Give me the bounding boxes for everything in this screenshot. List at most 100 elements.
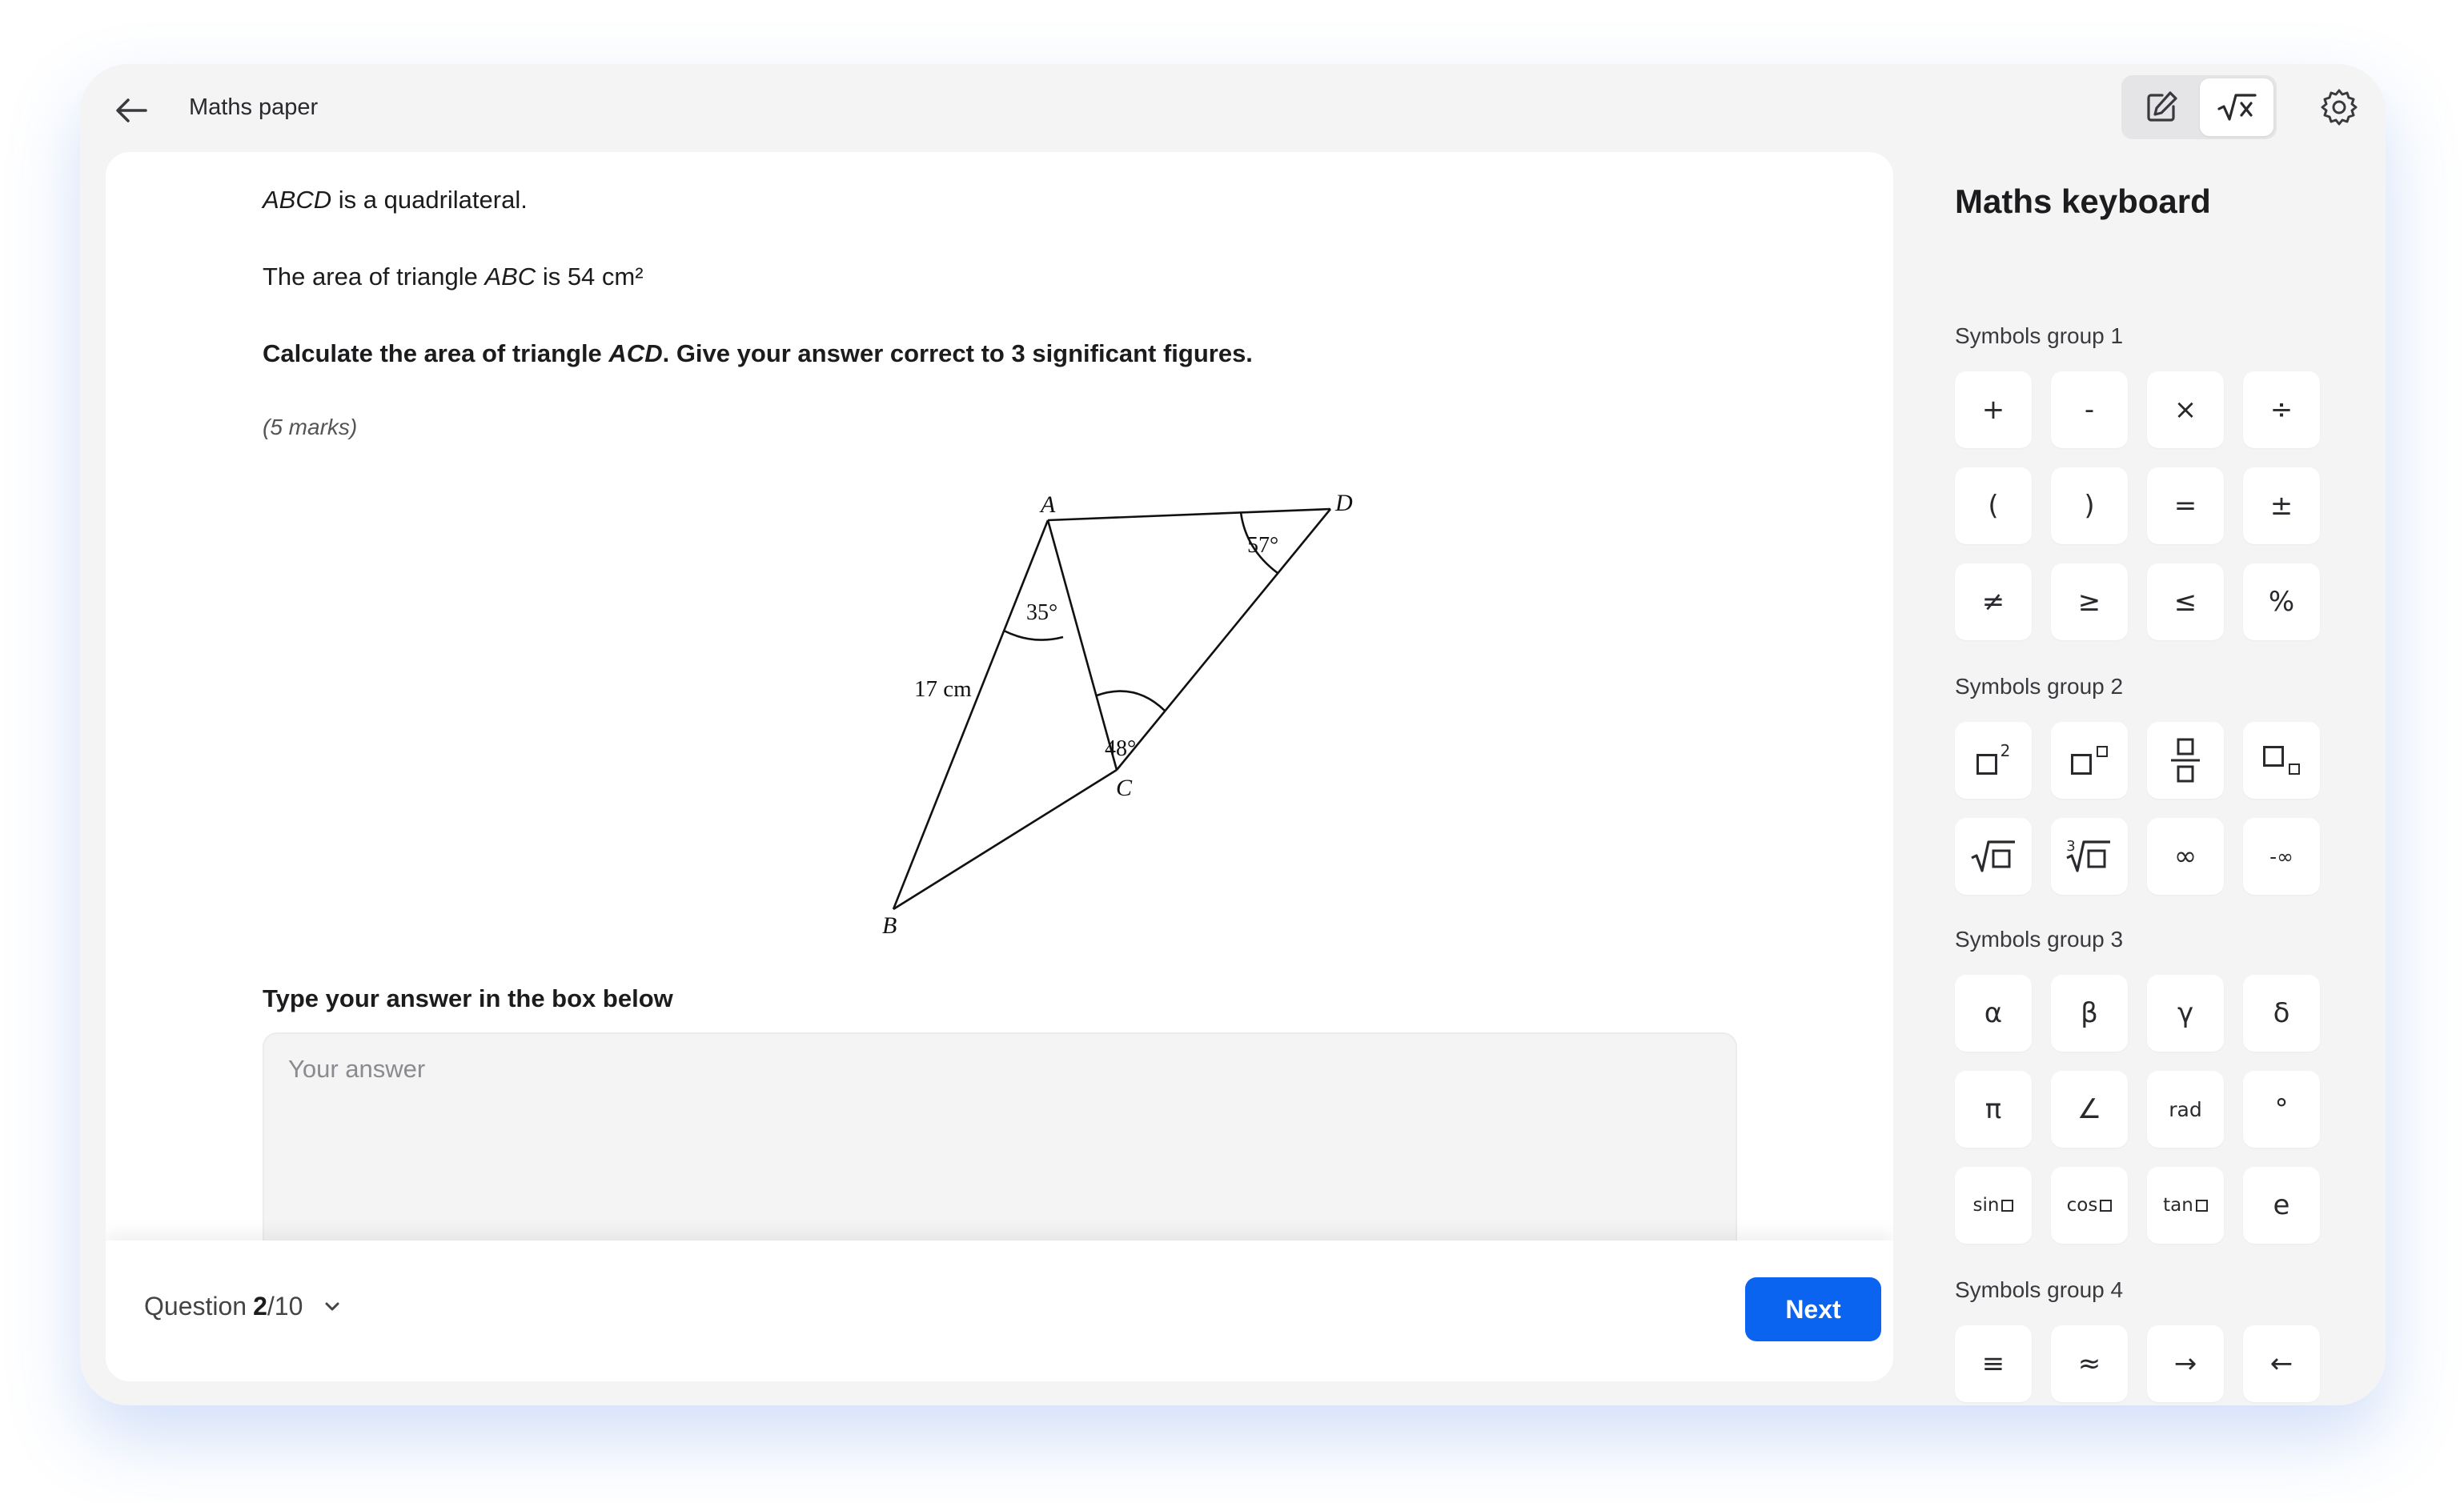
question-card: ABCD is a quadrilateral. The area of tri… (106, 152, 1893, 1381)
divide-key[interactable]: ÷ (2243, 371, 2320, 448)
percent-key[interactable]: % (2243, 563, 2320, 640)
marks-label: (5 marks) (263, 415, 358, 439)
app-window: Maths paper ABCD is a quadrilateral. The… (80, 64, 2386, 1405)
side-ab (892, 519, 1049, 910)
left-arrow-key[interactable]: ← (2243, 1325, 2320, 1402)
pi-key[interactable]: π (1955, 1071, 2032, 1148)
tangent-key[interactable]: tan (2147, 1167, 2224, 1244)
delta-key[interactable]: δ (2243, 975, 2320, 1052)
back-arrow-icon (116, 98, 147, 122)
question-statement: ABCD is a quadrilateral. (263, 186, 528, 214)
top-bar: Maths paper (80, 64, 2386, 152)
alpha-key[interactable]: α (1955, 975, 2032, 1052)
radians-key[interactable]: rad (2147, 1071, 2224, 1148)
question-selector[interactable]: Question 2/10 (144, 1292, 344, 1321)
given-area: The area of triangle ABC is 54 cm² (263, 263, 644, 291)
power-key[interactable] (2051, 722, 2128, 799)
right-arrow-key[interactable]: → (2147, 1325, 2224, 1402)
beta-key[interactable]: β (2051, 975, 2128, 1052)
statement-text: is a quadrilateral. (331, 186, 528, 214)
handwriting-mode-button[interactable] (2125, 78, 2198, 136)
square-root-icon (1971, 840, 2015, 872)
side-bc (893, 768, 1118, 911)
vertex-b-label: B (882, 912, 897, 936)
angle-arc-acd (1096, 690, 1166, 711)
square-exponent: 2 (2000, 741, 2011, 760)
pen-edit-icon (2147, 91, 2177, 122)
given-area-text: The area of triangle (263, 263, 485, 291)
degree-key[interactable]: ° (2243, 1071, 2320, 1148)
symbols-group-4-label: Symbols group 4 (1955, 1277, 2124, 1302)
open-bracket-key[interactable]: ( (1955, 467, 2032, 544)
quadrilateral-diagram: A B C D 17 cm 35° 48° 57° (882, 490, 1353, 936)
base-box-icon (2071, 754, 2092, 775)
vertex-a-label: A (1039, 491, 1056, 518)
placeholder-box-icon (1976, 754, 1997, 775)
less-equal-key[interactable]: ≤ (2147, 563, 2224, 640)
keyboard-title: Maths keyboard (1955, 182, 2211, 220)
question-prefix: Question (144, 1292, 247, 1321)
plus-key[interactable]: + (1955, 371, 2032, 448)
argument-box-icon (2001, 1199, 2014, 1212)
sine-label: sin (1972, 1195, 2000, 1216)
vertex-d-label: D (1334, 490, 1353, 516)
diagonal-ac (1046, 519, 1118, 771)
symbols-group-3: α β γ δ π ∠ rad ° sin cos tan e (1955, 975, 2320, 1244)
maths-keyboard-mode-button[interactable] (2200, 78, 2273, 136)
angle-adc-label: 57° (1247, 533, 1278, 558)
side-ad (1047, 507, 1331, 522)
close-bracket-key[interactable]: ) (2051, 467, 2128, 544)
minus-key[interactable]: - (2051, 371, 2128, 448)
symbols-group-2-label: Symbols group 2 (1955, 674, 2124, 699)
symbols-group-4: ≡ ≈ → ← (1955, 1325, 2320, 1402)
question-footer: Question 2/10 Next (106, 1240, 1893, 1381)
current-question-number: 2 (253, 1292, 267, 1321)
gamma-key[interactable]: γ (2147, 975, 2224, 1052)
square-root-x-icon (2217, 94, 2257, 121)
sine-key[interactable]: sin (1955, 1167, 2032, 1244)
subscript-key[interactable] (2243, 722, 2320, 799)
symbols-group-3-label: Symbols group 3 (1955, 927, 2124, 952)
infinity-key[interactable]: ∞ (2147, 818, 2224, 895)
euler-e-key[interactable]: e (2243, 1167, 2320, 1244)
angle-key[interactable]: ∠ (2051, 1071, 2128, 1148)
symbols-group-2: 2 3 ∞ -∞ (1955, 722, 2320, 895)
cosine-label: cos (2066, 1195, 2098, 1216)
angle-bac-label: 35° (1026, 600, 1057, 625)
negative-infinity-key[interactable]: -∞ (2243, 818, 2320, 895)
cosine-key[interactable]: cos (2051, 1167, 2128, 1244)
angle-arc-bac (1003, 629, 1064, 641)
multiply-key[interactable]: × (2147, 371, 2224, 448)
fraction-key[interactable] (2147, 722, 2224, 799)
answer-label: Type your answer in the box below (263, 984, 673, 1012)
next-button[interactable]: Next (1745, 1277, 1881, 1341)
angle-acd-label: 48° (1105, 736, 1136, 761)
back-button[interactable] (109, 88, 154, 133)
exponent-box-icon (2097, 746, 2108, 757)
not-equal-key[interactable]: ≠ (1955, 563, 2032, 640)
argument-box-icon (2195, 1199, 2208, 1212)
symbols-group-1: + - × ÷ ( ) = ± ≠ ≥ ≤ % (1955, 371, 2320, 640)
cube-root-key[interactable]: 3 (2051, 818, 2128, 895)
cube-root-icon (2066, 840, 2110, 872)
settings-button[interactable] (2314, 82, 2365, 133)
triangle-name: ABC (484, 263, 536, 291)
approximately-key[interactable]: ≈ (2051, 1325, 2128, 1402)
square-root-key[interactable] (1955, 818, 2032, 895)
input-mode-toggle (2121, 75, 2277, 139)
target-triangle-name: ACD (608, 339, 663, 367)
equals-key[interactable]: = (2147, 467, 2224, 544)
fraction-icon (2171, 738, 2200, 783)
tangent-label: tan (2163, 1195, 2193, 1216)
square-key[interactable]: 2 (1955, 722, 2032, 799)
greater-equal-key[interactable]: ≥ (2051, 563, 2128, 640)
instruction-precision: . Give your answer correct to 3 signific… (662, 339, 1253, 367)
identical-to-key[interactable]: ≡ (1955, 1325, 2032, 1402)
given-area-value: is 54 cm² (536, 263, 644, 291)
chevron-down-icon (325, 1302, 339, 1310)
argument-box-icon (2100, 1199, 2113, 1212)
answer-input[interactable] (263, 1032, 1737, 1273)
gear-icon (2321, 89, 2358, 126)
plus-minus-key[interactable]: ± (2243, 467, 2320, 544)
symbols-group-1-label: Symbols group 1 (1955, 323, 2124, 348)
